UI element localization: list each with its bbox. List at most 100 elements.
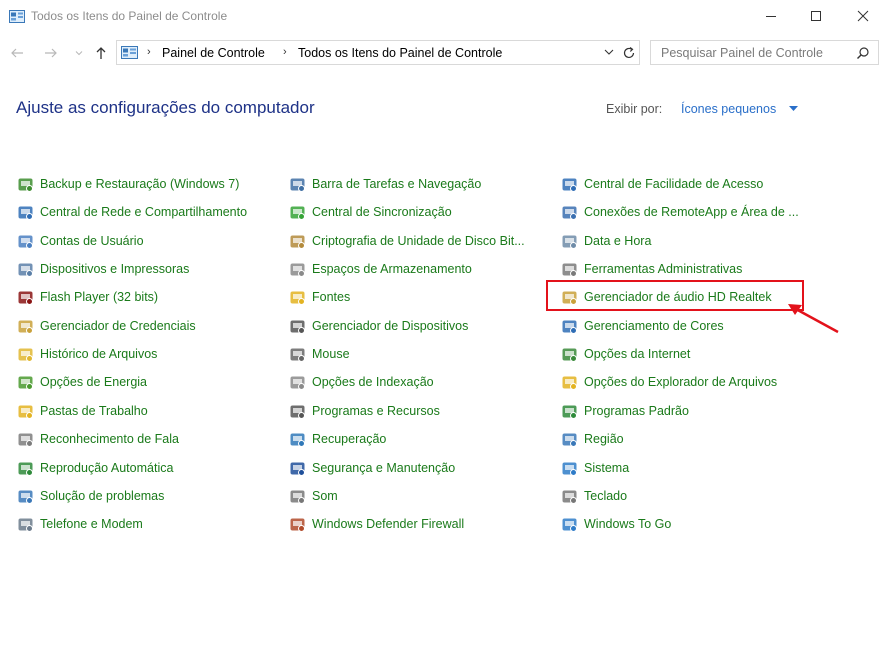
item-label: Programas e Recursos (312, 404, 440, 418)
item-label: Som (312, 489, 338, 503)
minimize-icon (766, 16, 776, 17)
internet-options-icon (562, 348, 577, 362)
indexing-icon (290, 376, 305, 390)
up-arrow-icon (96, 47, 106, 59)
control-panel-item[interactable]: Região (561, 429, 624, 449)
control-panel-item[interactable]: Mouse (289, 344, 350, 364)
breadcrumb-separator-icon[interactable]: › (283, 46, 287, 58)
forward-button[interactable] (43, 45, 59, 61)
credentials-icon (18, 320, 33, 334)
item-label: Recuperação (312, 432, 387, 446)
control-panel-item[interactable]: Opções da Internet (561, 344, 690, 364)
item-label: Reconhecimento de Fala (40, 432, 179, 446)
control-panel-item[interactable]: Opções do Explorador de Arquivos (561, 372, 777, 392)
control-panel-item[interactable]: Opções de Indexação (289, 372, 434, 392)
highlight-box (546, 280, 804, 311)
breadcrumb-control-panel[interactable]: Painel de Controle (162, 46, 265, 60)
default-programs-icon (562, 405, 577, 419)
item-label: Opções de Energia (40, 375, 148, 389)
refresh-button[interactable] (620, 43, 638, 62)
control-panel-item[interactable]: Windows Defender Firewall (289, 514, 464, 534)
control-panel-item[interactable]: Reprodução Automática (17, 458, 173, 478)
control-panel-item[interactable]: Som (289, 486, 338, 506)
breadcrumb-separator-icon[interactable]: › (147, 46, 151, 58)
item-label: Teclado (584, 489, 628, 503)
control-panel-item[interactable]: Programas Padrão (561, 401, 689, 421)
item-label: Gerenciador de Dispositivos (312, 319, 469, 333)
control-panel-item[interactable]: Backup e Restauração (Windows 7) (17, 174, 239, 194)
item-label: Programas Padrão (584, 404, 689, 418)
back-button[interactable] (9, 45, 25, 61)
maximize-icon (811, 11, 821, 21)
region-icon (562, 433, 577, 447)
chevron-down-icon (75, 51, 83, 56)
breadcrumb-all-items[interactable]: Todos os Itens do Painel de Controle (298, 46, 502, 60)
recent-locations-button[interactable] (71, 45, 87, 61)
up-button[interactable] (93, 45, 109, 61)
control-panel-item[interactable]: Opções de Energia (17, 372, 147, 392)
control-panel-item[interactable]: Recuperação (289, 429, 386, 449)
search-placeholder[interactable]: Pesquisar Painel de Controle (661, 46, 823, 60)
control-panel-item[interactable]: Gerenciador de Credenciais (17, 316, 196, 336)
item-label: Windows Defender Firewall (312, 517, 465, 531)
view-by-dropdown[interactable]: Ícones pequenos (681, 102, 776, 116)
item-label: Opções do Explorador de Arquivos (584, 375, 778, 389)
item-label: Windows To Go (584, 517, 672, 531)
storage-icon (290, 263, 305, 277)
control-panel-item[interactable]: Histórico de Arquivos (17, 344, 157, 364)
control-panel-item[interactable]: Windows To Go (561, 514, 671, 534)
view-by-label: Exibir por: (606, 102, 663, 116)
close-icon (857, 10, 869, 22)
control-panel-item[interactable]: Telefone e Modem (17, 514, 143, 534)
control-panel-item[interactable]: Pastas de Trabalho (17, 401, 148, 421)
search-icon[interactable] (856, 46, 870, 60)
address-dropdown-icon[interactable] (603, 46, 615, 58)
control-panel-item[interactable]: Segurança e Manutenção (289, 458, 455, 478)
control-panel-item[interactable]: Reconhecimento de Fala (17, 429, 179, 449)
item-label: Central de Facilidade de Acesso (584, 177, 764, 191)
control-panel-item[interactable]: Central de Facilidade de Acesso (561, 174, 763, 194)
control-panel-item[interactable]: Criptografia de Unidade de Disco Bit... (289, 231, 525, 251)
control-panel-item[interactable]: Sistema (561, 458, 629, 478)
control-panel-item[interactable]: Gerenciamento de Cores (561, 316, 724, 336)
search-box[interactable]: Pesquisar Painel de Controle (650, 40, 879, 65)
autoplay-icon (18, 462, 33, 476)
item-label: Dispositivos e Impressoras (40, 262, 190, 276)
control-panel-item[interactable]: Fontes (289, 287, 350, 307)
address-bar[interactable]: › Painel de Controle › Todos os Itens do… (116, 40, 640, 65)
control-panel-item[interactable]: Flash Player (32 bits) (17, 287, 158, 307)
caret-down-icon[interactable] (789, 106, 798, 112)
control-panel-item[interactable]: Contas de Usuário (17, 231, 144, 251)
control-panel-item[interactable]: Dispositivos e Impressoras (17, 259, 189, 279)
title-bar: Todos os Itens do Painel de Controle (0, 0, 886, 32)
control-panel-item[interactable]: Ferramentas Administrativas (561, 259, 742, 279)
control-panel-item[interactable]: Central de Rede e Compartilhamento (17, 202, 247, 222)
power-icon (18, 376, 33, 390)
maximize-button[interactable] (793, 0, 839, 32)
minimize-button[interactable] (748, 0, 794, 32)
item-label: Mouse (312, 347, 350, 361)
ease-of-access-icon (562, 178, 577, 192)
control-panel-item[interactable]: Central de Sincronização (289, 202, 452, 222)
close-button[interactable] (840, 0, 886, 32)
control-panel-icon (9, 10, 25, 23)
control-panel-item[interactable]: Solução de problemas (17, 486, 164, 506)
troubleshoot-icon (18, 490, 33, 504)
network-icon (18, 206, 33, 220)
system-icon (562, 462, 577, 476)
control-panel-item[interactable]: Data e Hora (561, 231, 651, 251)
item-label: Data e Hora (584, 234, 652, 248)
item-label: Reprodução Automática (40, 461, 174, 475)
control-panel-item[interactable]: Conexões de RemoteApp e Área de ... (561, 202, 799, 222)
control-panel-item[interactable]: Espaços de Armazenamento (289, 259, 472, 279)
remoteapp-icon (562, 206, 577, 220)
file-history-icon (18, 348, 33, 362)
item-label: Telefone e Modem (40, 517, 143, 531)
control-panel-item[interactable]: Teclado (561, 486, 627, 506)
programs-icon (290, 405, 305, 419)
control-panel-item[interactable]: Gerenciador de Dispositivos (289, 316, 468, 336)
control-panel-item[interactable]: Barra de Tarefas e Navegação (289, 174, 481, 194)
keyboard-icon (562, 490, 577, 504)
backup-icon (18, 178, 33, 192)
control-panel-item[interactable]: Programas e Recursos (289, 401, 440, 421)
